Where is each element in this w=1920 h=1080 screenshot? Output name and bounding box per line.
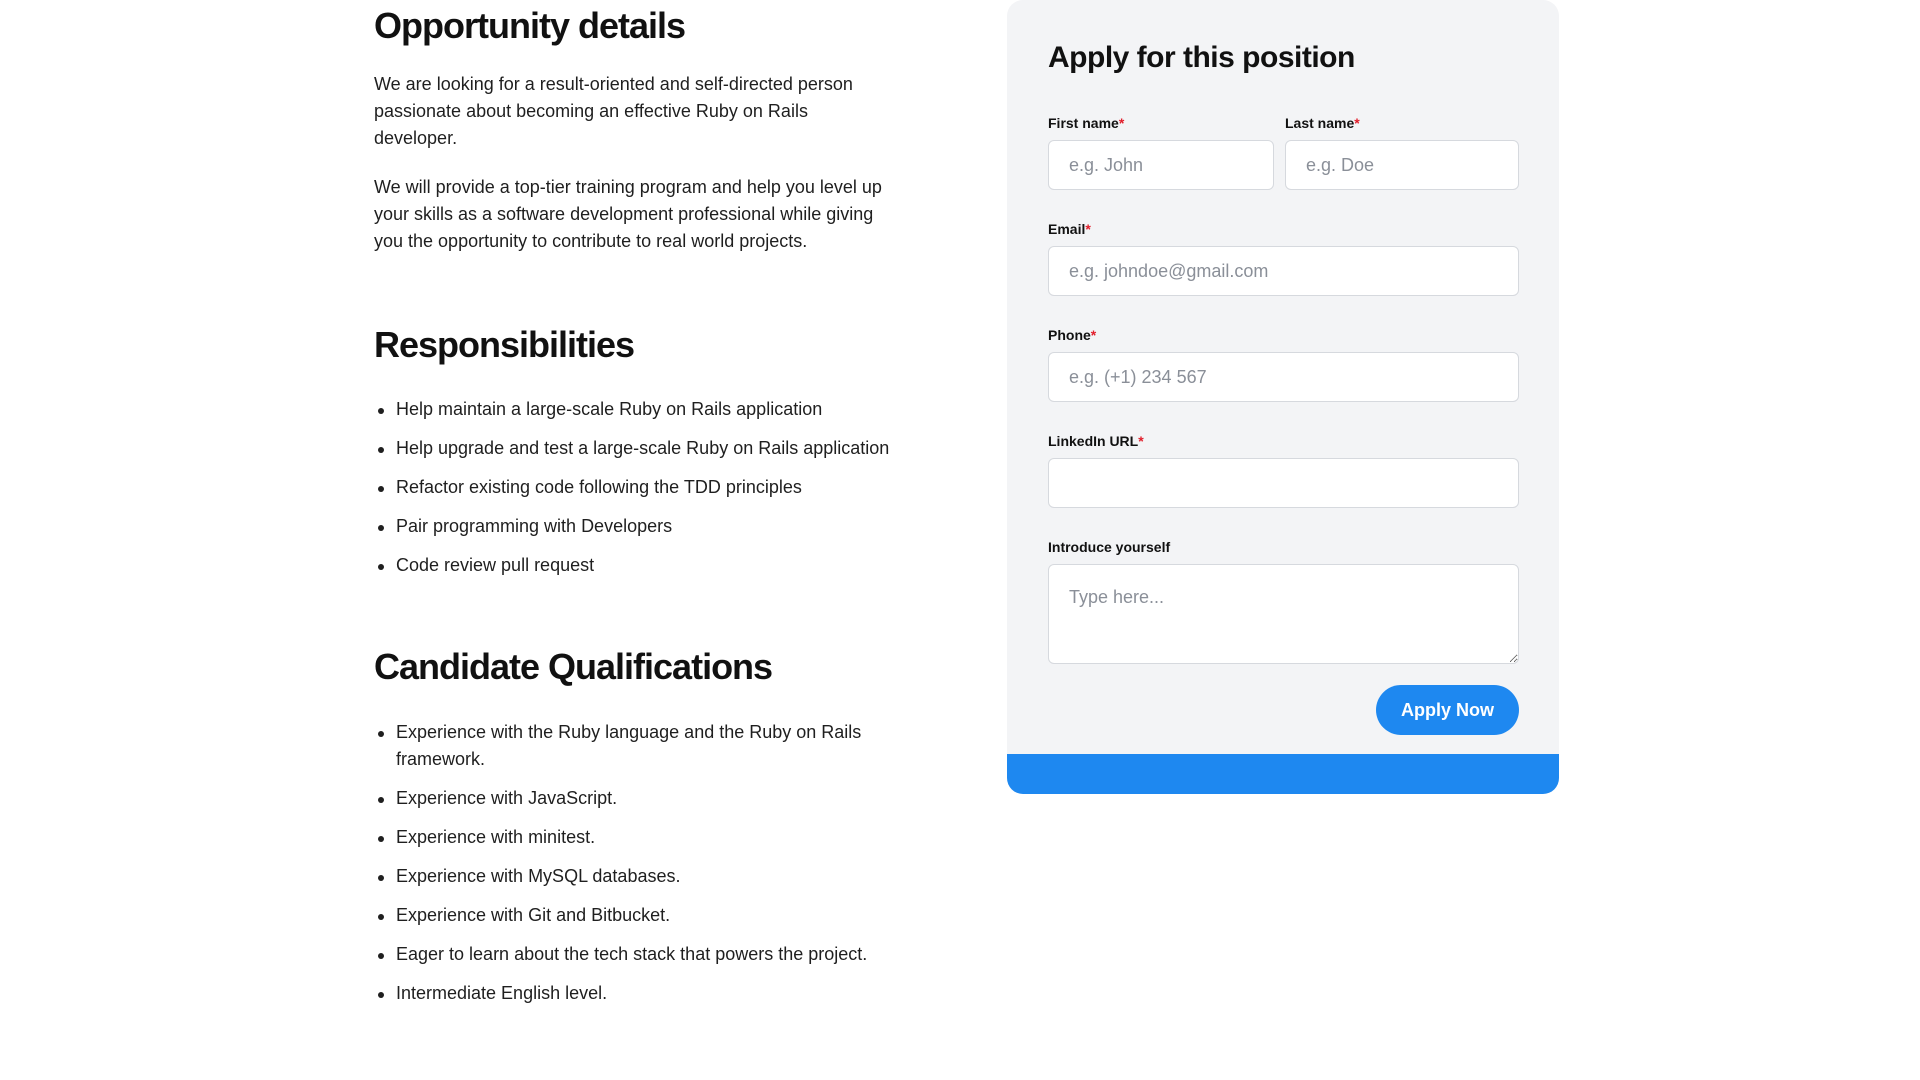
phone-group: Phone* [1048,326,1519,402]
card-accent-bar [1007,754,1559,794]
last-name-label: Last name* [1285,114,1519,132]
responsibilities-list: Help maintain a large-scale Ruby on Rail… [374,396,894,579]
responsibilities-title: Responsibilities [374,324,635,366]
last-name-input[interactable] [1285,140,1519,190]
list-item: Refactor existing code following the TDD… [374,474,894,501]
list-item: Experience with JavaScript. [374,785,894,812]
introduce-group: Introduce yourself [1048,538,1519,664]
required-mark: * [1354,115,1360,131]
form-actions: Apply Now [1048,685,1519,735]
email-field[interactable] [1048,246,1519,296]
linkedin-group: LinkedIn URL* [1048,432,1519,508]
list-item: Experience with Git and Bitbucket. [374,902,894,929]
email-label: Email* [1048,220,1519,238]
qualifications-list: Experience with the Ruby language and th… [374,719,894,1007]
name-row: First name* Last name* [1048,114,1519,190]
required-mark: * [1138,433,1144,449]
page: Opportunity details We are looking for a… [0,0,1920,1080]
list-item: Intermediate English level. [374,980,894,1007]
list-item: Experience with MySQL databases. [374,863,894,890]
introduce-label: Introduce yourself [1048,539,1171,555]
application-card: Apply for this position First name* Last… [1007,0,1559,794]
required-mark: * [1118,115,1125,131]
opportunity-title: Opportunity details [374,5,686,46]
list-item: Experience with the Ruby language and th… [374,719,894,773]
first-name-label-text: First name [1048,115,1119,131]
first-name-label: First name* [1048,114,1274,132]
list-item: Code review pull request [374,552,894,579]
job-description: Opportunity details We are looking for a… [374,0,894,1019]
email-label-text: Email [1048,221,1086,237]
list-item: Help maintain a large-scale Ruby on Rail… [374,396,894,423]
list-item: Help upgrade and test a large-scale Ruby… [374,435,894,462]
qualifications-title: Candidate Qualifications [374,646,773,688]
opportunity-paragraph-1: We are looking for a result-oriented and… [374,74,853,149]
first-name-group: First name* [1048,114,1274,190]
form-title: Apply for this position [1048,41,1355,74]
last-name-group: Last name* [1285,114,1519,190]
phone-label: Phone* [1048,326,1519,344]
required-mark: * [1085,221,1091,237]
phone-label-text: Phone [1048,327,1091,343]
linkedin-url-field[interactable] [1048,458,1519,508]
linkedin-label: LinkedIn URL* [1048,432,1519,450]
first-name-input[interactable] [1048,140,1274,190]
list-item: Experience with minitest. [374,824,894,851]
introduce-textarea[interactable] [1048,564,1519,664]
opportunity-paragraph-2: We will provide a top-tier training prog… [374,177,882,252]
apply-now-button[interactable]: Apply Now [1376,685,1519,735]
list-item: Pair programming with Developers [374,513,894,540]
phone-field[interactable] [1048,352,1519,402]
list-item: Eager to learn about the tech stack that… [374,941,894,968]
required-mark: * [1090,327,1097,343]
email-group: Email* [1048,220,1519,296]
linkedin-label-text: LinkedIn URL [1048,433,1139,449]
last-name-label-text: Last name [1285,115,1355,131]
